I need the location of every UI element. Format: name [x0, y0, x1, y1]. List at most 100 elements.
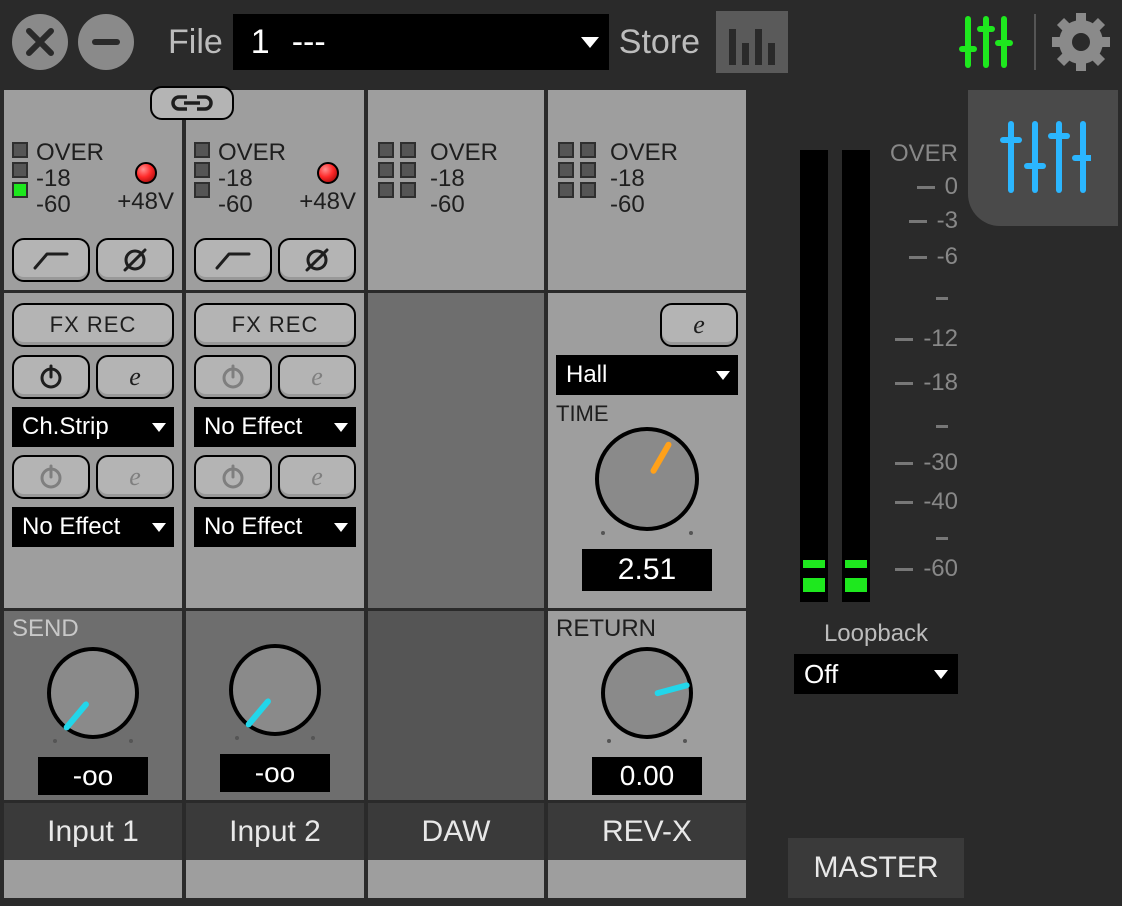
phase-button[interactable] [96, 238, 174, 282]
power-icon [38, 464, 64, 490]
fx-rec-button[interactable]: FX REC [194, 303, 356, 347]
main: OVER-18-60 +48V FX REC [0, 84, 1122, 902]
settings-button[interactable] [1052, 13, 1110, 71]
fx2-power-button[interactable] [12, 455, 90, 499]
close-button[interactable] [12, 14, 68, 70]
phantom-power[interactable]: +48V [117, 162, 174, 216]
return-knob[interactable] [601, 647, 693, 739]
divider [1034, 14, 1036, 70]
store-button[interactable]: Store [619, 23, 700, 62]
hpf-icon [31, 248, 71, 272]
chevron-down-icon [152, 423, 166, 432]
time-label: TIME [556, 401, 738, 427]
revx-edit-button[interactable]: e [660, 303, 738, 347]
chevron-down-icon [716, 371, 730, 380]
chevron-down-icon [334, 423, 348, 432]
master-meter: OVER 0 -3 -6 -12 -18 -30 -40 -60 [788, 90, 964, 614]
channel-input1: OVER-18-60 +48V FX REC [4, 90, 182, 898]
loopback-select[interactable]: Off [794, 654, 958, 694]
channel-head: OVER-18-60 +48V [4, 90, 182, 290]
channel-name[interactable]: REV-X [548, 800, 746, 860]
revx-section: e Hall TIME 2.51 [548, 290, 746, 608]
return-label: RETURN [556, 615, 738, 643]
master-scale: OVER 0 -3 -6 -12 -18 -30 -40 -60 [890, 140, 958, 584]
fx2-power-button[interactable] [194, 455, 272, 499]
revx-type-select[interactable]: Hall [556, 355, 738, 395]
channel-name[interactable]: DAW [368, 800, 544, 860]
fx2-edit-button[interactable]: e [96, 455, 174, 499]
fx1-select[interactable]: Ch.Strip [12, 407, 174, 447]
file-label: File [168, 23, 223, 62]
sliders-icon [954, 13, 1018, 71]
preset-number: 1 [251, 23, 270, 62]
channel-strip-area: OVER-18-60 +48V FX REC [4, 90, 784, 898]
phase-button[interactable] [278, 238, 356, 282]
return-section: RETURN 0.00 [548, 608, 746, 800]
fx1-power-button[interactable] [12, 355, 90, 399]
input-meter: OVER-18-60 [12, 140, 104, 218]
stereo-link-button[interactable] [150, 86, 234, 120]
channel-name[interactable]: Input 1 [4, 800, 182, 860]
side-panel [968, 90, 1118, 898]
chevron-down-icon [334, 523, 348, 532]
channel-name[interactable]: Input 2 [186, 800, 364, 860]
send-value: -oo [220, 754, 330, 792]
power-icon [38, 364, 64, 390]
bars-icon [729, 29, 736, 65]
power-icon [220, 364, 246, 390]
minimize-button[interactable] [78, 14, 134, 70]
fx-section: FX REC e Ch.Strip e No Effect [4, 290, 182, 608]
send-label: SEND [12, 615, 174, 643]
fx1-power-button[interactable] [194, 355, 272, 399]
preset-select[interactable]: 1 --- [233, 14, 609, 70]
preset-name: --- [292, 23, 326, 62]
hpf-icon [213, 248, 253, 272]
channel-head: OVER-18-60 [368, 90, 544, 290]
time-knob[interactable] [595, 427, 699, 531]
stereo-meter [378, 142, 416, 214]
fx2-edit-button[interactable]: e [278, 455, 356, 499]
e-icon: e [311, 462, 323, 492]
send-knob[interactable] [229, 644, 321, 736]
fx-rec-button[interactable]: FX REC [12, 303, 174, 347]
fx2-select[interactable]: No Effect [194, 507, 356, 547]
loopback-label: Loopback [788, 620, 964, 648]
hpf-button[interactable] [194, 238, 272, 282]
channel-daw: OVER-18-60 DAW [368, 90, 544, 898]
power-icon [220, 464, 246, 490]
phantom-led-icon [317, 162, 339, 184]
e-icon: e [311, 362, 323, 392]
hpf-button[interactable] [12, 238, 90, 282]
master-name[interactable]: MASTER [788, 838, 964, 898]
chevron-down-icon [152, 523, 166, 532]
chevron-down-icon [581, 37, 599, 48]
phantom-led-icon [135, 162, 157, 184]
fx1-edit-button[interactable]: e [278, 355, 356, 399]
fx-section: FX REC e No Effect e No Effect [186, 290, 364, 608]
master-meter-left [800, 150, 828, 602]
send-value: -oo [38, 757, 148, 795]
e-icon: e [129, 462, 141, 492]
fx1-edit-button[interactable]: e [96, 355, 174, 399]
input-meter: OVER-18-60 [194, 140, 286, 218]
send-section-empty [368, 608, 544, 800]
channel-input2: OVER-18-60 +48V FX REC e No Effect [186, 90, 364, 898]
e-icon: e [693, 310, 705, 340]
phase-icon [119, 246, 151, 274]
minus-icon [90, 26, 122, 58]
send-section: SEND -oo [4, 608, 182, 800]
faders-icon [995, 118, 1091, 196]
phase-icon [301, 246, 333, 274]
channel-view-button[interactable] [968, 90, 1118, 226]
fx1-select[interactable]: No Effect [194, 407, 356, 447]
master-section: OVER 0 -3 -6 -12 -18 -30 -40 -60 Loopbac… [788, 90, 964, 898]
toolbar: File 1 --- Store [0, 0, 1122, 84]
send-knob[interactable] [47, 647, 139, 739]
phantom-power[interactable]: +48V [299, 162, 356, 216]
chevron-down-icon [934, 670, 948, 679]
channel-revx: OVER-18-60 e Hall TIME 2.51 RETURN 0.00 [548, 90, 746, 898]
meter-view-button[interactable] [716, 11, 788, 73]
mixer-view-button[interactable] [954, 13, 1018, 71]
fx-section-empty [368, 290, 544, 608]
fx2-select[interactable]: No Effect [12, 507, 174, 547]
